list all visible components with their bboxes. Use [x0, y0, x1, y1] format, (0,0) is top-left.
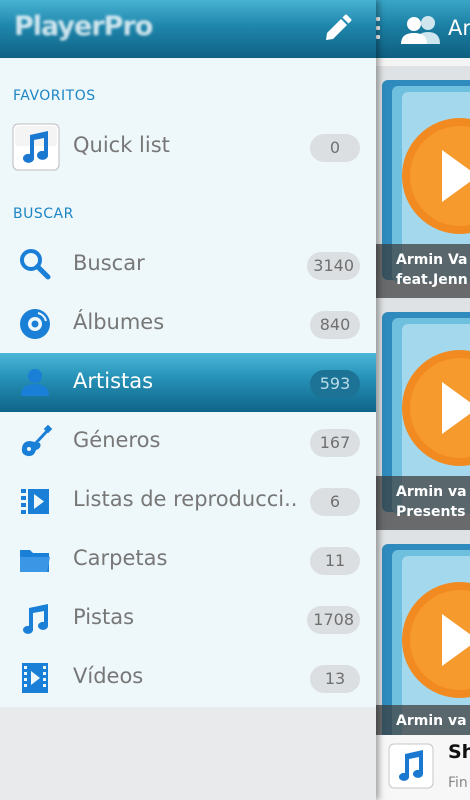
album-caption: Armin va Presents — [376, 476, 470, 530]
count-badge: 593 — [310, 370, 360, 398]
guitar-icon — [21, 424, 53, 457]
drawer-item-label: Buscar — [73, 251, 145, 275]
drawer-list: FAVORITOS Quick list 0 BUSCAR Buscar 314… — [0, 58, 376, 707]
playlist-icon — [21, 489, 49, 514]
drawer-item-label: Géneros — [73, 428, 161, 452]
drawer-item-artists[interactable]: Artistas 593 — [0, 353, 376, 412]
disc-icon — [20, 309, 50, 339]
drawer-item-label: Carpetas — [73, 546, 168, 570]
music-note-icon — [23, 604, 48, 634]
search-icon — [20, 249, 51, 280]
pencil-icon[interactable] — [320, 12, 354, 46]
people-icon — [401, 16, 440, 44]
drawer-item-videos[interactable]: Vídeos 13 — [0, 648, 376, 707]
album-card[interactable]: Armin va Presents — [376, 298, 470, 530]
count-badge: 13 — [310, 665, 360, 693]
album-card[interactable]: Armin Va feat.Jenn — [376, 66, 470, 298]
drawer-item-label: Listas de reproducci.. — [73, 487, 298, 511]
song-item[interactable]: Sh Fin — [376, 735, 470, 800]
drawer-item-albums[interactable]: Álbumes 840 — [0, 294, 376, 353]
section-header-browse: BUSCAR — [13, 206, 74, 222]
drawer-item-label: Vídeos — [73, 664, 144, 688]
count-badge: 0 — [310, 134, 360, 162]
drawer-item-search[interactable]: Buscar 3140 — [0, 235, 376, 294]
artists-header: Ar — [372, 0, 470, 58]
count-badge: 840 — [310, 311, 360, 339]
album-caption: Armin Va feat.Jenn — [376, 244, 470, 298]
count-badge: 167 — [310, 429, 360, 457]
drawer-item-label: Pistas — [73, 605, 135, 629]
drawer-item-quick-list[interactable]: Quick list 0 — [0, 117, 376, 176]
section-header-favorites: FAVORITOS — [13, 88, 96, 104]
folder-icon — [20, 550, 50, 572]
drawer-item-folders[interactable]: Carpetas 11 — [0, 530, 376, 589]
album-card[interactable]: Armin va — [376, 530, 470, 735]
overflow-menu-icon[interactable] — [376, 17, 380, 39]
count-badge: 11 — [310, 547, 360, 575]
app-logo: PlayerPro — [14, 11, 153, 42]
drawer-item-tracks[interactable]: Pistas 1708 — [0, 589, 376, 648]
count-badge: 3140 — [307, 252, 360, 280]
song-title: Sh — [448, 741, 470, 763]
drawer-item-label: Quick list — [73, 133, 170, 157]
drawer-item-label: Álbumes — [73, 310, 165, 334]
song-subtitle: Fin — [448, 775, 468, 791]
count-badge: 1708 — [307, 606, 360, 634]
drawer-header: PlayerPro — [0, 0, 376, 58]
person-icon — [21, 369, 49, 396]
drawer-item-playlists[interactable]: Listas de reproducci.. 6 — [0, 471, 376, 530]
drawer-item-genres[interactable]: Géneros 167 — [0, 412, 376, 471]
video-icon — [22, 663, 48, 693]
navigation-drawer: PlayerPro FAVORITOS Quick list 0 BUSCAR … — [0, 0, 376, 800]
artists-panel: Ar Armin Va feat.Jenn Armin va Presents — [372, 0, 470, 800]
drawer-item-label: Artistas — [73, 369, 154, 393]
artists-title: Ar — [448, 16, 470, 40]
album-caption: Armin va — [376, 705, 470, 735]
music-note-app-icon — [388, 743, 434, 789]
count-badge: 6 — [310, 488, 360, 516]
music-note-app-icon — [12, 123, 60, 171]
